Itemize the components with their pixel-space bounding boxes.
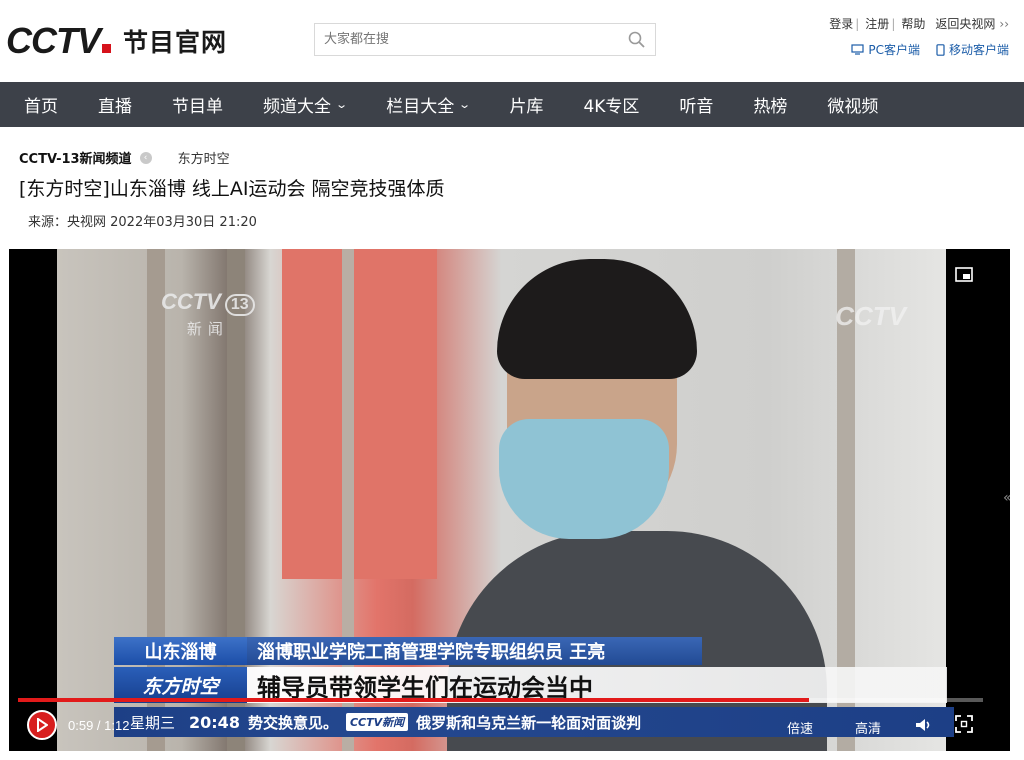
volume-icon[interactable]	[913, 715, 933, 735]
lower-third-name: 山东淄博 淄博职业学院工商管理学院专职组织员 王亮	[114, 637, 702, 665]
chevron-down-icon: ⌄	[458, 98, 472, 111]
nav-item-label: 听音	[679, 97, 714, 117]
time-display: 0:59 / 1:12	[68, 718, 130, 733]
logo-text: CCTV	[6, 20, 101, 61]
nav-item-4[interactable]: 栏目大全 ⌄	[386, 92, 472, 117]
help-link[interactable]: 帮助	[901, 17, 925, 31]
lower-third-location: 山东淄博	[114, 637, 247, 665]
nav-item-2[interactable]: 节目单	[172, 92, 223, 117]
mobile-client-label: 移动客户端	[948, 43, 1009, 57]
nav-item-3[interactable]: 频道大全 ⌄	[263, 92, 349, 117]
chevron-down-icon: ⌄	[335, 98, 349, 111]
mobile-client-link[interactable]: 移动客户端	[936, 41, 1009, 58]
speed-button[interactable]: 倍速	[787, 718, 813, 737]
breadcrumb: CCTV-13新闻频道 ‹ 东方时空	[19, 148, 230, 167]
play-button[interactable]	[27, 710, 57, 740]
nav-item-6[interactable]: 4K专区	[583, 92, 639, 117]
logo-dot	[102, 43, 111, 53]
nav-item-label: 热榜	[753, 97, 788, 117]
search-box	[314, 23, 656, 56]
nav-item-label: 栏目大全	[386, 97, 455, 117]
back-link[interactable]: 返回央视网	[935, 17, 995, 31]
logo-subtitle: 节目官网	[123, 28, 228, 57]
phone-icon	[936, 43, 945, 56]
login-link[interactable]: 登录	[829, 17, 853, 31]
nav-item-label: 微视频	[827, 97, 879, 117]
nav-item-label: 片库	[509, 97, 544, 117]
divider: |	[855, 17, 860, 31]
video-player[interactable]: CCTV 13 新闻 CCTV 山东淄博 淄博职业学院工商管理学院专职组织员 王亮…	[9, 249, 1010, 751]
nav-item-9[interactable]: 微视频	[827, 92, 878, 117]
cctv-watermark: CCTV	[835, 301, 906, 331]
progress-fill	[18, 698, 810, 702]
picture-in-picture-icon[interactable]	[955, 267, 973, 283]
nav-item-label: 频道大全	[263, 97, 331, 117]
site-header: CCTV 节目官网 登录|注册|帮助返回央视网›› PC客户端 移动客户端	[0, 0, 1024, 82]
quality-button[interactable]: 高清	[855, 718, 881, 737]
site-logo[interactable]: CCTV 节目官网	[6, 20, 227, 62]
fullscreen-icon[interactable]	[955, 715, 973, 733]
breadcrumb-program[interactable]: 东方时空	[178, 148, 230, 167]
search-input[interactable]	[315, 24, 615, 55]
main-nav: 首页 直播 节目单 频道大全 ⌄ 栏目大全 ⌄ 片库 4K专区 听音 热榜 微视频	[0, 82, 1024, 127]
nav-item-5[interactable]: 片库	[509, 92, 543, 117]
double-chevron-right-icon: ››	[999, 17, 1009, 31]
nav-item-0[interactable]: 首页	[24, 92, 58, 117]
search-icon[interactable]	[627, 30, 647, 50]
pc-client-link[interactable]: PC客户端	[851, 41, 920, 58]
divider: |	[891, 17, 896, 31]
window-background	[282, 249, 437, 579]
channel-watermark: CCTV 13 新闻	[161, 289, 255, 339]
play-icon	[37, 718, 48, 732]
page-title: [东方时空]山东淄博 线上AI运动会 隔空竞技强体质	[19, 178, 445, 200]
player-controls: 0:59 / 1:12 倍速 高清	[9, 704, 1010, 751]
nav-item-label: 4K专区	[583, 97, 640, 117]
article-meta: 来源：央视网 2022年03月30日 21:20	[28, 215, 257, 230]
pc-client-label: PC客户端	[868, 43, 920, 57]
nav-item-label: 首页	[24, 97, 58, 117]
chevron-left-icon: ‹	[139, 151, 152, 164]
top-links: 登录 | 注册 | 帮助 返回央视网 ›› PC客户端 移动客户端	[827, 15, 1009, 58]
nav-item-label: 节目单	[172, 97, 223, 117]
breadcrumb-channel[interactable]: CCTV-13新闻频道	[19, 148, 132, 167]
nav-item-8[interactable]: 热榜	[753, 92, 787, 117]
face-mask	[499, 419, 669, 539]
nav-item-label: 直播	[98, 97, 132, 117]
progress-bar[interactable]	[18, 698, 983, 702]
register-link[interactable]: 注册	[865, 17, 889, 31]
monitor-icon	[851, 44, 864, 55]
hair	[497, 259, 697, 379]
nav-item-1[interactable]: 直播	[98, 92, 132, 117]
nav-item-7[interactable]: 听音	[679, 92, 713, 117]
lower-third-speaker: 淄博职业学院工商管理学院专职组织员 王亮	[247, 637, 702, 665]
double-chevron-left-icon[interactable]: «	[1003, 490, 1010, 506]
